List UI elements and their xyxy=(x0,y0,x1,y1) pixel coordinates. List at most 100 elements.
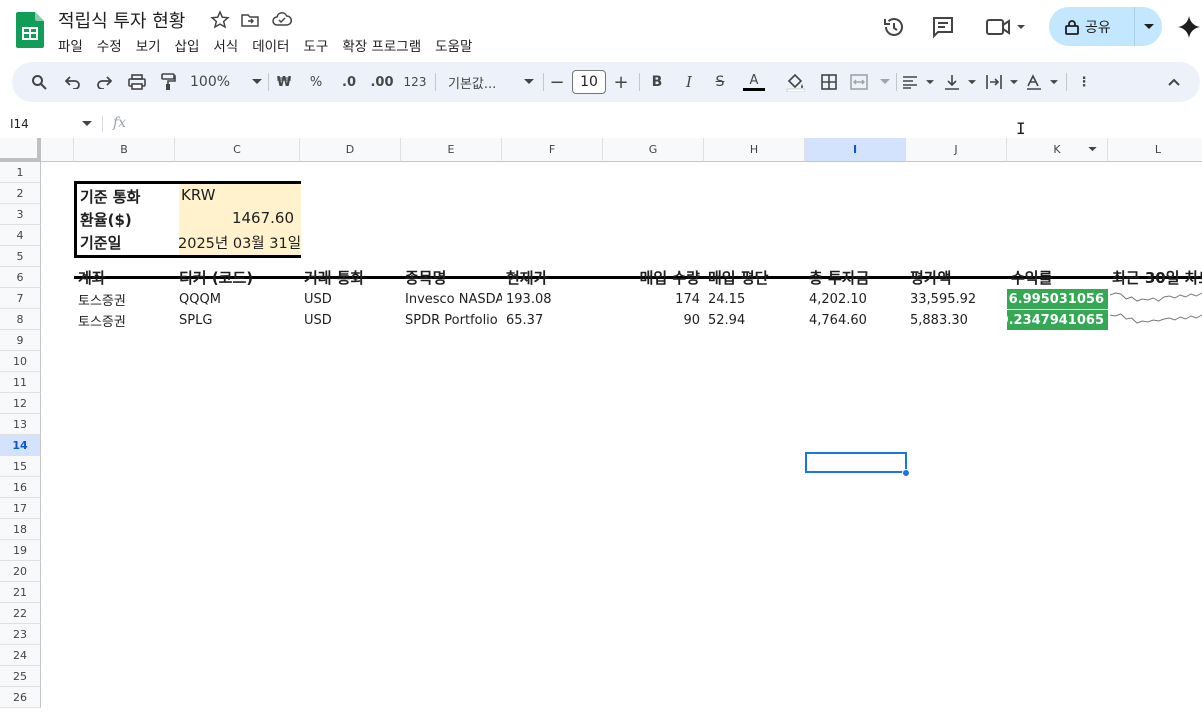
table-cell-r0-c6[interactable]: 24.15 xyxy=(704,289,805,309)
font-size-input[interactable]: 10 xyxy=(572,70,606,94)
format-percent-button[interactable]: % xyxy=(306,72,326,92)
row-header-13[interactable]: 13 xyxy=(0,414,41,435)
row-header-19[interactable]: 19 xyxy=(0,540,41,561)
fill-handle[interactable] xyxy=(902,469,910,477)
filter-dropdown-icon[interactable] xyxy=(1088,147,1097,152)
column-header-E[interactable]: E xyxy=(401,138,502,162)
table-cell-r1-c2[interactable]: USD xyxy=(300,310,401,330)
table-cell-r1-c6[interactable]: 52.94 xyxy=(704,310,805,330)
menu-edit[interactable]: 수정 xyxy=(97,35,122,55)
menu-data[interactable]: 데이터 xyxy=(252,35,289,55)
spreadsheet-grid[interactable]: BCDEFGHIJKL 1 2 3 4 5 6 7 8 9 10 11 12 13 14 15 16 17 18 1… xyxy=(0,138,1202,721)
version-history-icon[interactable] xyxy=(881,14,907,40)
row-header-20[interactable]: 20 xyxy=(0,561,41,582)
header-cell-1[interactable]: 티커 (코드) xyxy=(175,267,300,288)
format-currency-button[interactable]: ₩ xyxy=(274,72,294,92)
increase-decimal-button[interactable]: .00 xyxy=(368,72,396,92)
meet-icon[interactable] xyxy=(985,14,1027,40)
table-cell-r1-c0[interactable]: 토스증권 xyxy=(74,310,175,330)
row-header-10[interactable]: 10 xyxy=(0,351,41,372)
more-options-icon[interactable]: ⋮ xyxy=(1076,72,1092,92)
row-header-5[interactable]: 5 xyxy=(0,246,41,267)
table-cell-r0-c3[interactable]: Invesco NASDAQ 100 ETF xyxy=(401,289,502,309)
row-header-16[interactable]: 16 xyxy=(0,477,41,498)
column-header-B[interactable]: B xyxy=(74,138,175,162)
row-header-21[interactable]: 21 xyxy=(0,582,41,603)
table-cell-r0-c0[interactable]: 토스증권 xyxy=(74,289,175,309)
column-header-A[interactable] xyxy=(41,138,74,162)
selected-cell-I14[interactable] xyxy=(805,452,907,473)
header-cell-9[interactable]: 수익률 xyxy=(1007,267,1108,288)
sheets-logo-icon[interactable] xyxy=(16,12,44,48)
row-header-12[interactable]: 12 xyxy=(0,393,41,414)
header-cell-5[interactable]: 매입 수량 xyxy=(603,267,704,288)
table-cell-r1-c7[interactable]: 4,764.60 xyxy=(805,310,906,330)
comments-icon[interactable] xyxy=(930,14,956,40)
header-cell-10[interactable]: 최근 30일 차트 xyxy=(1108,267,1202,288)
header-cell-8[interactable]: 평가액 xyxy=(906,267,1007,288)
header-cell-2[interactable]: 거래 통화 xyxy=(300,267,401,288)
move-folder-icon[interactable] xyxy=(240,10,260,30)
document-title[interactable]: 적립식 투자 현황 xyxy=(58,7,185,33)
row-header-1[interactable]: 1 xyxy=(0,162,41,183)
font-size-increase-button[interactable]: + xyxy=(612,72,630,93)
base-date-value[interactable]: 2025년 03월 31일 xyxy=(178,232,301,253)
horizontal-align-icon[interactable] xyxy=(902,72,934,92)
row-header-8[interactable]: 8 xyxy=(0,309,41,330)
row-header-23[interactable]: 23 xyxy=(0,624,41,645)
base-currency-value[interactable]: KRW xyxy=(181,186,215,204)
borders-icon[interactable] xyxy=(818,72,840,92)
table-cell-r1-c8[interactable]: 5,883.30 xyxy=(906,310,1007,330)
vertical-align-icon[interactable] xyxy=(944,72,976,92)
decrease-decimal-button[interactable]: .0 xyxy=(337,72,361,92)
share-button[interactable]: 공유 xyxy=(1049,7,1134,46)
menu-help[interactable]: 도움말 xyxy=(435,35,472,55)
column-header-C[interactable]: C xyxy=(175,138,300,162)
text-color-button[interactable]: A xyxy=(743,72,765,92)
row-header-26[interactable]: 26 xyxy=(0,687,41,708)
share-dropdown-button[interactable] xyxy=(1134,7,1162,46)
star-icon[interactable] xyxy=(210,10,230,30)
column-header-L[interactable]: L xyxy=(1108,138,1202,162)
table-cell-r1-c5[interactable]: 90 xyxy=(603,310,704,330)
gemini-sparkle-icon[interactable] xyxy=(1178,16,1200,38)
row-header-25[interactable]: 25 xyxy=(0,666,41,687)
text-wrapping-icon[interactable] xyxy=(986,72,1018,92)
paint-format-icon[interactable] xyxy=(157,72,179,92)
table-cell-r0-c7[interactable]: 4,202.10 xyxy=(805,289,906,309)
table-cell-r1-c3[interactable]: SPDR Portfolio S&P 500 ETF xyxy=(401,310,502,330)
row-header-14[interactable]: 14 xyxy=(0,435,41,456)
column-header-G[interactable]: G xyxy=(603,138,704,162)
menu-view[interactable]: 보기 xyxy=(136,35,161,55)
redo-icon[interactable] xyxy=(93,72,115,92)
header-cell-6[interactable]: 매입 평단 xyxy=(704,267,805,288)
more-formats-button[interactable]: 123 xyxy=(402,72,428,92)
table-cell-r0-c1[interactable]: QQQM xyxy=(175,289,300,309)
row-header-6[interactable]: 6 xyxy=(0,267,41,288)
table-cell-r0-c2[interactable]: USD xyxy=(300,289,401,309)
row-header-2[interactable]: 2 xyxy=(0,183,41,204)
table-cell-r0-c8[interactable]: 33,595.92 xyxy=(906,289,1007,309)
font-select[interactable]: 기본값... xyxy=(448,72,534,92)
zoom-select[interactable]: 100% xyxy=(190,72,262,92)
text-rotation-icon[interactable] xyxy=(1026,72,1058,92)
font-size-decrease-button[interactable]: − xyxy=(548,72,566,93)
name-box-dropdown-icon[interactable] xyxy=(82,121,92,127)
menu-insert[interactable]: 삽입 xyxy=(175,35,200,55)
bold-button[interactable]: B xyxy=(648,72,666,92)
table-cell-r1-c4[interactable]: 65.37 xyxy=(502,310,602,330)
table-cell-r0-c5[interactable]: 174 xyxy=(603,289,704,309)
row-header-4[interactable]: 4 xyxy=(0,225,41,246)
strikethrough-button[interactable]: S xyxy=(711,72,729,92)
name-box[interactable]: I14 xyxy=(10,117,29,131)
cloud-saved-icon[interactable] xyxy=(272,10,292,30)
merge-cells-icon[interactable] xyxy=(850,72,890,92)
header-cell-0[interactable]: 계좌 xyxy=(74,267,175,288)
row-header-22[interactable]: 22 xyxy=(0,603,41,624)
row-header-15[interactable]: 15 xyxy=(0,456,41,477)
column-header-F[interactable]: F xyxy=(502,138,603,162)
menu-tools[interactable]: 도구 xyxy=(303,35,328,55)
row-header-9[interactable]: 9 xyxy=(0,330,41,351)
menu-file[interactable]: 파일 xyxy=(58,35,83,55)
table-cell-r1-c9[interactable]: 0.2347941065 xyxy=(1007,310,1108,330)
